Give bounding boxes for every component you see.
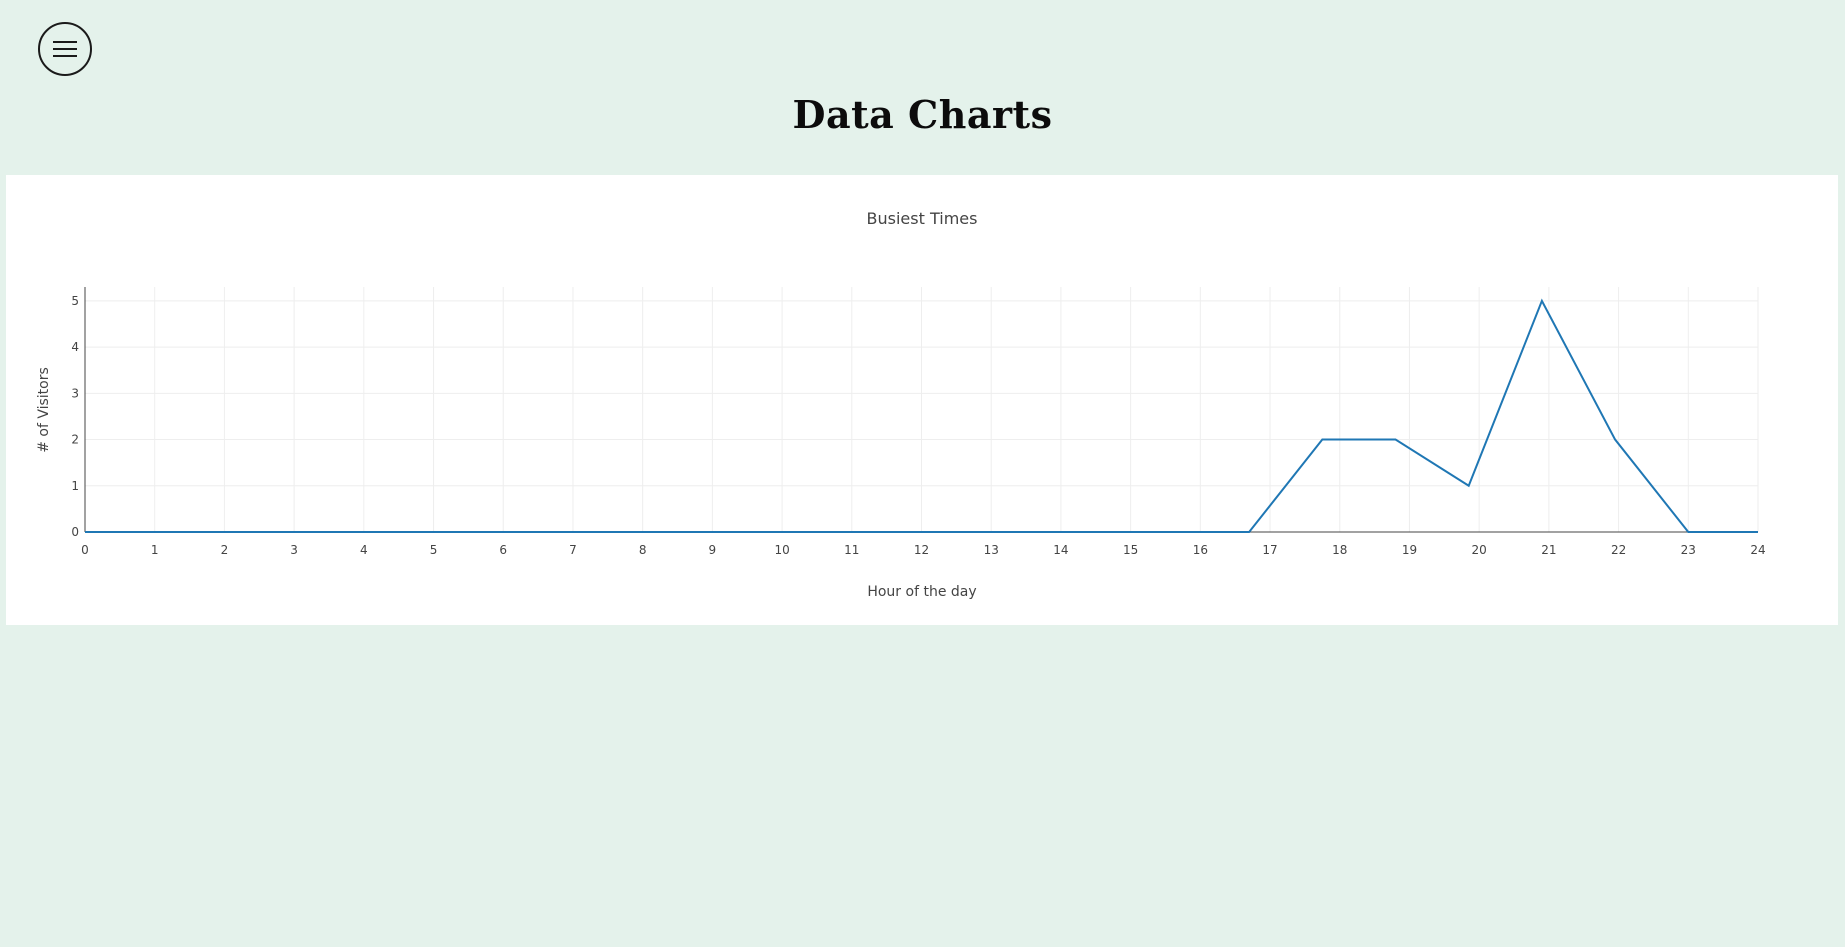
x-tick-label: 13 — [984, 543, 999, 557]
y-axis-title: # of Visitors — [36, 367, 52, 453]
y-tick-label: 0 — [71, 525, 79, 539]
x-tick-label: 12 — [914, 543, 929, 557]
x-tick-label: 20 — [1472, 543, 1487, 557]
busiest-times-chart: 0 1 2 3 4 5 6 7 8 9 10 11 12 13 14 15 16 17 18 19 20 21 22 23 24… — [36, 209, 1766, 600]
x-axis-title: Hour of the day — [867, 584, 976, 600]
y-tick-label: 3 — [71, 386, 79, 400]
x-tick-label: 23 — [1681, 543, 1696, 557]
tick-labels: 0 1 2 3 4 5 6 7 8 9 10 11 12 13 14 15 16 17 18 19 20 21 22 23 24… — [71, 294, 1765, 557]
y-tick-label: 4 — [71, 340, 79, 354]
x-tick-label: 21 — [1541, 543, 1556, 557]
x-tick-label: 18 — [1332, 543, 1347, 557]
x-tick-label: 17 — [1262, 543, 1277, 557]
menu-button[interactable] — [38, 22, 92, 76]
page-title: Data Charts — [792, 92, 1053, 137]
x-tick-label: 6 — [499, 543, 507, 557]
y-tick-label: 1 — [71, 479, 79, 493]
x-tick-label: 2 — [221, 543, 229, 557]
chart-card: 0 1 2 3 4 5 6 7 8 9 10 11 12 13 14 15 16 17 18 19 20 21 22 23 24… — [6, 175, 1838, 625]
x-tick-label: 16 — [1193, 543, 1208, 557]
x-tick-label: 1 — [151, 543, 159, 557]
x-tick-label: 3 — [290, 543, 298, 557]
hamburger-menu-icon — [53, 41, 77, 57]
x-tick-label: 15 — [1123, 543, 1138, 557]
x-tick-label: 14 — [1053, 543, 1068, 557]
y-tick-label: 5 — [71, 294, 79, 308]
x-tick-label: 7 — [569, 543, 577, 557]
x-tick-label: 10 — [774, 543, 789, 557]
x-tick-label: 5 — [430, 543, 438, 557]
y-tick-label: 2 — [71, 433, 79, 447]
x-tick-label: 19 — [1402, 543, 1417, 557]
grid-lines — [85, 287, 1759, 532]
x-tick-label: 24 — [1750, 543, 1765, 557]
x-tick-label: 4 — [360, 543, 368, 557]
x-tick-label: 11 — [844, 543, 859, 557]
x-tick-label: 22 — [1611, 543, 1626, 557]
chart-title: Busiest Times — [867, 209, 978, 228]
x-tick-label: 8 — [639, 543, 647, 557]
x-tick-label: 9 — [709, 543, 717, 557]
x-tick-label: 0 — [81, 543, 89, 557]
